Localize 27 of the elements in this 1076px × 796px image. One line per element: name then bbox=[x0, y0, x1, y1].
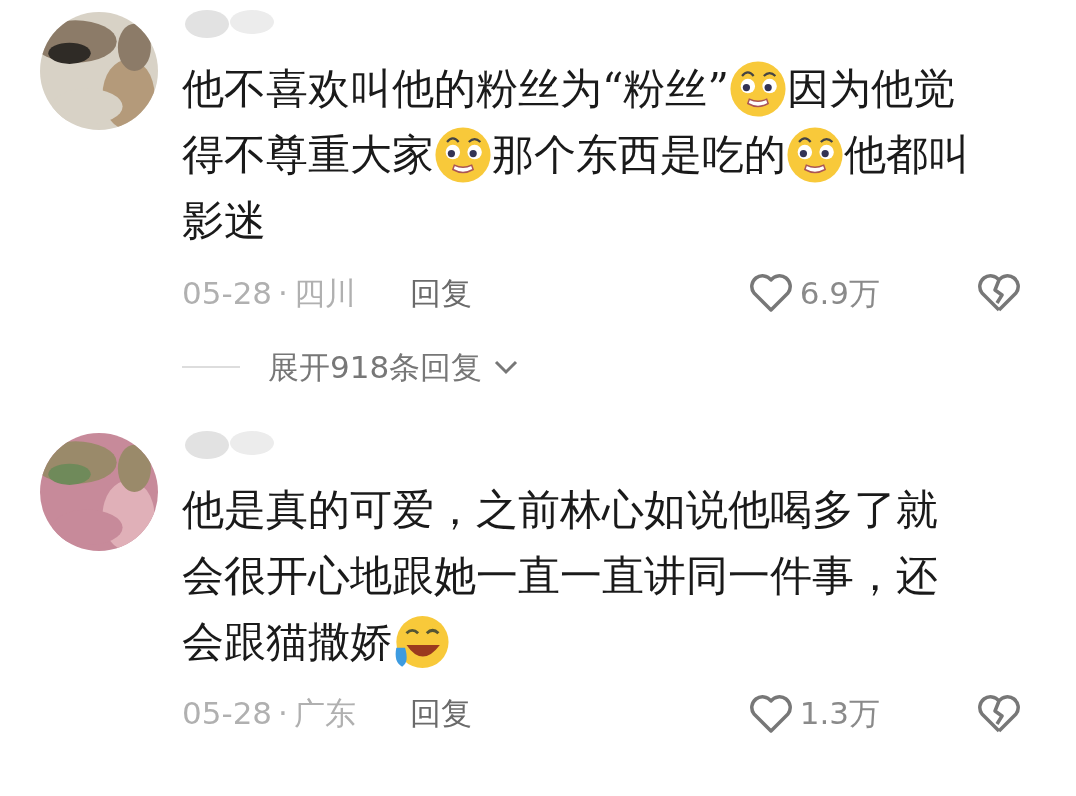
comment-text: 他是真的可爱，之前林心如说他喝多了就 bbox=[182, 483, 938, 536]
comment-text: 那个东西是吃的 bbox=[492, 129, 786, 181]
comment-text: 会很开心地跟她一直一直讲同一件事，还 bbox=[182, 549, 938, 602]
reply-link[interactable]: 回复 bbox=[409, 269, 472, 317]
comment-location: 广东 bbox=[293, 694, 356, 734]
heart-icon[interactable] bbox=[747, 272, 794, 314]
broken-heart-icon[interactable] bbox=[976, 692, 1022, 735]
worried-face-icon bbox=[786, 126, 844, 184]
heart-icon[interactable] bbox=[747, 692, 794, 735]
separator-dot: · bbox=[278, 694, 288, 734]
like-count: 6.9万 bbox=[799, 273, 880, 313]
comment-date: 05-28 bbox=[182, 694, 273, 734]
separator-dot: · bbox=[278, 273, 288, 313]
comment-text: 会跟猫撒娇 bbox=[182, 615, 392, 668]
reply-link[interactable]: 回复 bbox=[409, 690, 472, 737]
broken-heart-icon[interactable] bbox=[976, 272, 1022, 314]
comment-text: 因为他觉 bbox=[786, 63, 955, 115]
comment-date: 05-28 bbox=[182, 273, 273, 313]
comment-text: 影迷 bbox=[182, 195, 266, 247]
comment-text: 他不喜欢叫他的粉丝为“粉丝” bbox=[182, 63, 729, 115]
comment-location: 四川 bbox=[293, 273, 356, 313]
expand-replies-link[interactable]: 展开918条回复 bbox=[268, 344, 483, 391]
worried-face-icon bbox=[728, 60, 787, 118]
worried-face-icon bbox=[434, 126, 492, 184]
comment-text: 得不尊重大家 bbox=[182, 129, 434, 181]
like-count: 1.3万 bbox=[799, 694, 880, 734]
comment-text: 他都叫 bbox=[844, 129, 970, 181]
